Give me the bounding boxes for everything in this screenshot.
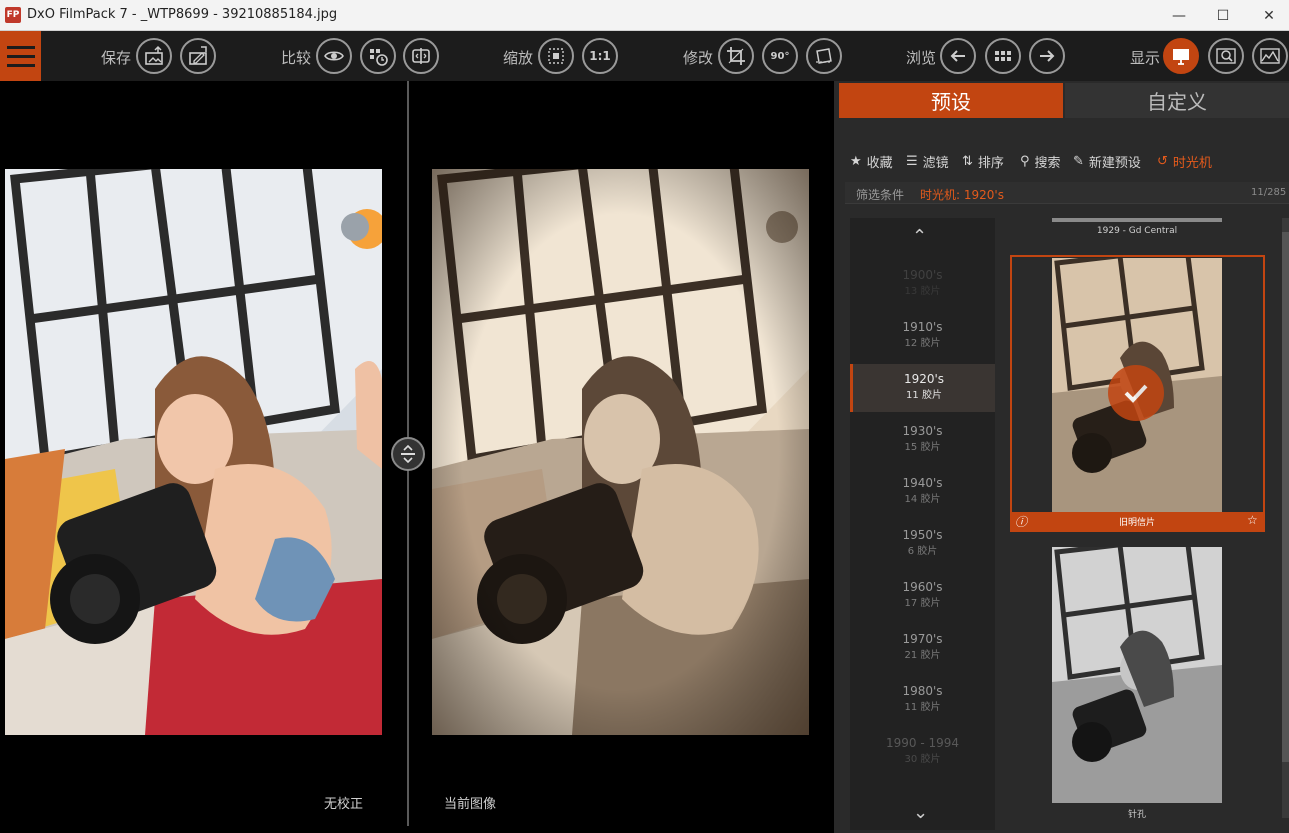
thumbnail-image[interactable] — [1052, 547, 1222, 803]
filter-bar — [845, 182, 1289, 204]
scroll-down-icon[interactable]: ⌃ — [913, 800, 928, 821]
favorites-action[interactable]: ★ 收藏 — [850, 152, 893, 171]
favorite-star-icon[interactable]: ☆ — [1247, 513, 1258, 527]
compare-label: 比较 — [281, 49, 312, 67]
arrow-right-icon — [1040, 50, 1055, 62]
scroll-up-icon[interactable]: ⌃ — [912, 226, 927, 247]
era-item[interactable]: 1940's 14 胶片 — [850, 468, 995, 516]
browser-grid-button[interactable] — [985, 38, 1021, 74]
list-icon: ☰ — [906, 154, 918, 169]
thumbnail-pinhole-illustration — [1052, 547, 1222, 803]
fit-to-screen-button[interactable] — [538, 38, 574, 74]
rotate-90-button[interactable]: 90° — [762, 38, 798, 74]
processed-image — [432, 169, 809, 735]
era-item[interactable]: 1960's 17 胶片 — [850, 572, 995, 620]
fit-screen-icon — [548, 48, 564, 64]
filter-value[interactable]: 时光机: 1920's — [920, 186, 1004, 203]
monitor-icon — [1173, 49, 1189, 65]
preset-count: 11/285 — [1251, 187, 1287, 198]
processed-photo-illustration — [432, 169, 809, 735]
compare-history-button[interactable] — [360, 38, 396, 74]
straighten-button[interactable] — [806, 38, 842, 74]
save-label: 保存 — [101, 49, 132, 67]
export-image-icon — [145, 45, 163, 65]
previous-image-button[interactable] — [940, 38, 976, 74]
after-label: 当前图像 — [444, 797, 497, 812]
before-label: 无校正 — [324, 797, 364, 812]
search-action[interactable]: ⚲ 搜索 — [1020, 152, 1061, 171]
arrow-left-icon — [950, 50, 965, 62]
grid-icon — [995, 51, 1011, 61]
minimize-button[interactable]: — — [1156, 0, 1202, 31]
original-image — [5, 169, 382, 735]
app-logo: FP — [5, 7, 21, 23]
close-button[interactable]: ✕ — [1246, 0, 1289, 31]
era-item-selected[interactable]: 1920's 11 胶片 — [850, 364, 995, 412]
loupe-button[interactable] — [1208, 38, 1244, 74]
export-edit-icon — [189, 46, 207, 65]
new-preset-action[interactable]: ✎ 新建预设 — [1073, 152, 1141, 171]
thumbnail-label: 针孔 — [1127, 810, 1146, 820]
era-item[interactable]: 1910's 12 胶片 — [850, 312, 995, 360]
thumbnail-label: 旧明信片 — [1118, 518, 1155, 528]
era-item[interactable]: 1990 - 1994 30 胶片 — [850, 728, 995, 776]
window-title: DxO FilmPack 7 - _WTP8699 - 39210885184.… — [27, 7, 338, 22]
tab-custom[interactable]: 自定义 — [1065, 83, 1289, 118]
thumbnail-label: 1929 - Gd Central — [1096, 226, 1178, 236]
time-machine-action[interactable]: ↺ 时光机 — [1157, 152, 1212, 171]
sort-icon: ⇅ — [962, 154, 973, 169]
search-icon: ⚲ — [1020, 154, 1030, 169]
hamburger-menu-icon[interactable] — [0, 31, 41, 81]
edit-label: 修改 — [683, 49, 714, 67]
split-view-button[interactable] — [403, 38, 439, 74]
zoom-label: 缩放 — [503, 49, 534, 67]
split-compare-icon — [412, 48, 430, 64]
era-item[interactable]: 1950's 6 胶片 — [850, 520, 995, 568]
scrollbar-thumb[interactable] — [1282, 232, 1289, 762]
maximize-button[interactable]: ☐ — [1200, 0, 1246, 31]
sort-action[interactable]: ⇅ 排序 — [962, 152, 1004, 171]
time-machine-icon: ↺ — [1157, 154, 1168, 169]
next-image-button[interactable] — [1029, 38, 1065, 74]
histogram-icon — [1260, 48, 1280, 64]
filter-label: 筛选条件 — [856, 188, 905, 202]
crop-button[interactable] — [718, 38, 754, 74]
browse-label: 浏览 — [906, 49, 937, 67]
eye-icon — [324, 51, 344, 61]
star-icon: ★ — [850, 154, 862, 169]
thumbnail-partial[interactable] — [1052, 218, 1222, 222]
export-to-app-button[interactable] — [180, 38, 216, 74]
era-item[interactable]: 1970's 21 胶片 — [850, 624, 995, 672]
split-handle-icon[interactable] — [391, 437, 425, 471]
edit-icon: ✎ — [1073, 154, 1084, 169]
crop-icon — [727, 47, 745, 65]
display-label: 显示 — [1130, 49, 1161, 67]
fullscreen-display-button[interactable] — [1163, 38, 1199, 74]
era-item[interactable]: 1930's 15 胶片 — [850, 416, 995, 464]
filter-action[interactable]: ☰ 滤镜 — [906, 152, 949, 171]
info-icon[interactable]: ⓘ — [1015, 513, 1027, 530]
loupe-icon — [1216, 48, 1236, 64]
era-item[interactable]: 1900's 13 胶片 — [850, 260, 995, 308]
original-photo-illustration — [5, 169, 382, 735]
straighten-icon — [816, 48, 832, 64]
era-item[interactable]: 1980's 11 胶片 — [850, 676, 995, 724]
compare-toggle-button[interactable] — [316, 38, 352, 74]
export-image-button[interactable] — [136, 38, 172, 74]
histogram-button[interactable] — [1252, 38, 1288, 74]
checkmark-icon — [1108, 365, 1164, 421]
tab-presets[interactable]: 预设 — [839, 83, 1063, 118]
grid-clock-icon — [370, 49, 388, 66]
zoom-100-button[interactable]: 1:1 — [582, 38, 618, 74]
